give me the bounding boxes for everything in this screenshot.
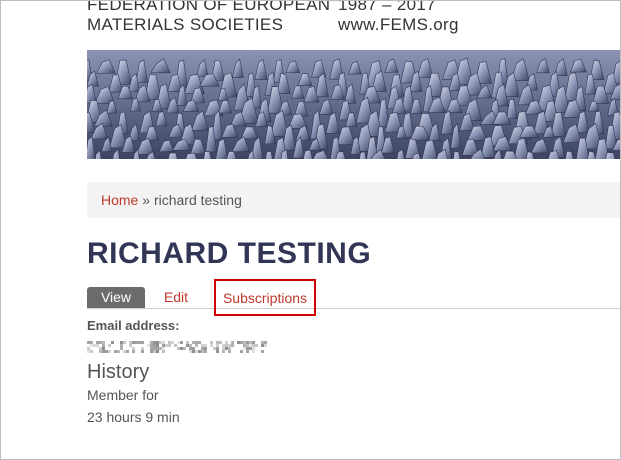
profile-tabs: View Edit Subscriptions	[87, 279, 620, 316]
page-frame: FEDERATION OF EUROPEAN MATERIALS SOCIETI…	[0, 0, 621, 460]
member-for-label: Member for	[87, 387, 159, 403]
org-name: FEDERATION OF EUROPEAN MATERIALS SOCIETI…	[87, 0, 331, 35]
redacted-email-image	[87, 341, 267, 353]
breadcrumb-current: richard testing	[153, 192, 242, 208]
org-name-line2: MATERIALS SOCIETIES	[87, 15, 284, 34]
tab-subscriptions[interactable]: Subscriptions	[214, 279, 316, 316]
email-value-redacted	[87, 338, 267, 355]
history-heading: History	[87, 361, 150, 383]
tab-edit[interactable]: Edit	[149, 287, 203, 308]
org-years: 1987 – 2017 www.FEMS.org	[338, 0, 459, 35]
website-text: www.FEMS.org	[338, 15, 459, 34]
tab-view[interactable]: View	[87, 287, 145, 308]
breadcrumb-home-link[interactable]: Home	[101, 192, 138, 208]
member-for-value: 23 hours 9 min	[87, 409, 180, 425]
breadcrumb-separator: »	[142, 192, 151, 208]
crystal-texture-image	[87, 50, 620, 159]
header-banner-image	[87, 50, 620, 159]
page-title: RICHARD TESTING	[87, 237, 372, 270]
org-name-line1: FEDERATION OF EUROPEAN	[87, 0, 331, 14]
email-label: Email address:	[87, 318, 180, 333]
breadcrumb: Home » richard testing	[87, 182, 620, 218]
years-text: 1987 – 2017	[338, 0, 436, 14]
